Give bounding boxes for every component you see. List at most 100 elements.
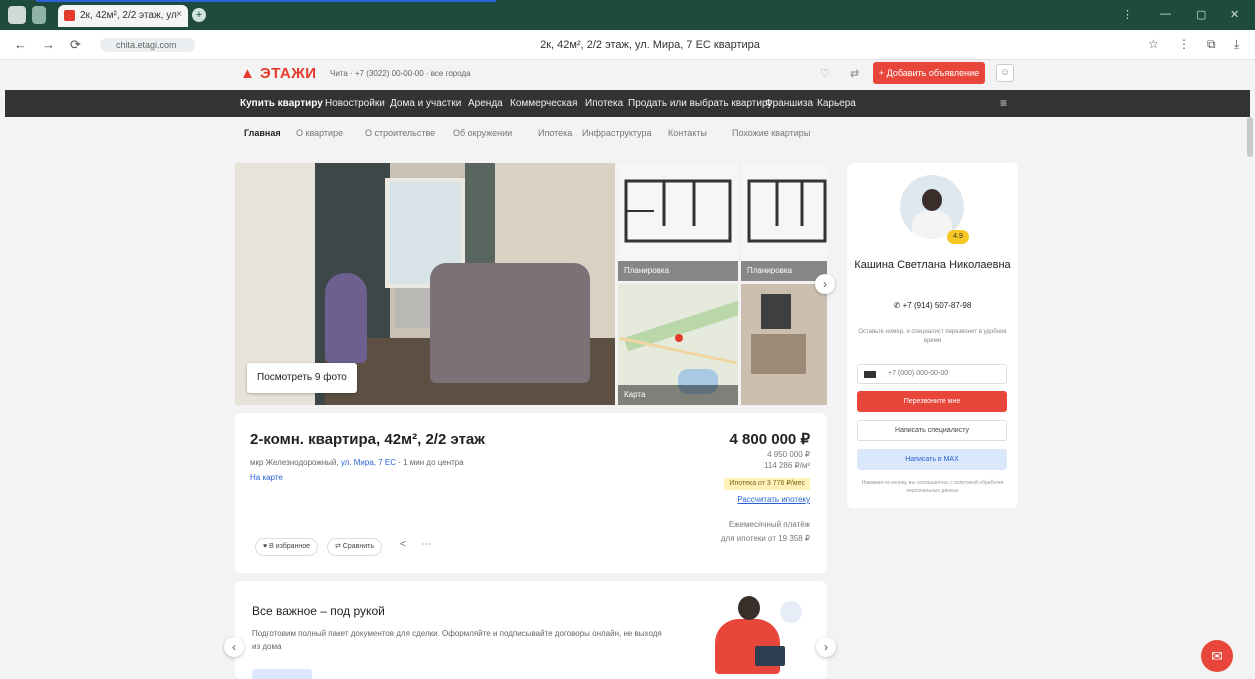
- address-bar: ← → ⟳ chita.etagi.com 2к, 42м², 2/2 этаж…: [0, 30, 1255, 60]
- agent-phone[interactable]: ✆ +7 (914) 507-87-98: [847, 301, 1018, 310]
- subnav-similar[interactable]: Похожие квартиры: [732, 128, 810, 138]
- compare-button[interactable]: ⇄ Сравнить: [327, 538, 382, 556]
- promo-illustration-laptop: [755, 646, 785, 666]
- map-thumb[interactable]: Карта: [618, 284, 738, 405]
- floor-plan-thumb-2[interactable]: Планировка: [741, 163, 827, 281]
- listing-title: 2-комн. квартира, 42м², 2/2 этаж: [250, 431, 485, 448]
- map-caption: Карта: [618, 385, 738, 405]
- reload-icon[interactable]: ⟳: [70, 37, 81, 53]
- room-photo-thumb[interactable]: [741, 284, 827, 405]
- tab-groups-icon[interactable]: [32, 6, 46, 24]
- gallery-next-arrow-icon[interactable]: ›: [815, 274, 835, 294]
- country-flag-icon[interactable]: [864, 371, 876, 378]
- phone-placeholder: +7 (000) 000-00-00: [888, 370, 949, 377]
- subnav-contacts[interactable]: Контакты: [668, 128, 707, 138]
- write-agent-button[interactable]: Написать специалисту: [857, 420, 1007, 441]
- listing-info-card: 2-комн. квартира, 42м², 2/2 этаж мкр Жел…: [235, 413, 827, 573]
- nav-item-career[interactable]: Карьера: [817, 98, 856, 109]
- monthly-payment-value: для ипотеки от 19 358 ₽: [720, 534, 810, 543]
- subnav-mortgage[interactable]: Ипотека: [538, 128, 572, 138]
- add-listing-button[interactable]: + Добавить объявление: [873, 62, 985, 84]
- add-to-favorites-button[interactable]: ♥ В избранное: [255, 538, 319, 556]
- more-actions-icon[interactable]: ⋯: [421, 539, 431, 550]
- nav-item-new-buildings[interactable]: Новостройки: [325, 98, 385, 109]
- site-logo[interactable]: ▲ ЭТАЖИ: [240, 65, 317, 82]
- subnav-infrastructure[interactable]: Инфраструктура: [582, 128, 652, 138]
- promo-block: Все важное – под рукой Подготовим полный…: [235, 581, 827, 679]
- on-map-link[interactable]: На карте: [250, 473, 283, 482]
- logo-mark-icon: ▲: [240, 65, 256, 82]
- phone-icon: ✆: [893, 301, 901, 310]
- floor-plan-1-caption: Планировка: [618, 261, 738, 281]
- minimize-icon[interactable]: —: [1160, 8, 1171, 20]
- call-me-button[interactable]: Перезвоните мне: [857, 391, 1007, 412]
- promo-next-arrow-icon[interactable]: ›: [816, 637, 836, 657]
- subnav-construction[interactable]: О строительстве: [365, 128, 435, 138]
- callback-phone-input[interactable]: +7 (000) 000-00-00: [857, 364, 1007, 384]
- nav-item-rent[interactable]: Аренда: [468, 98, 503, 109]
- favorites-icon[interactable]: ♡: [820, 67, 830, 80]
- calc-mortgage-link[interactable]: Рассчитать ипотеку: [737, 495, 810, 504]
- close-window-icon[interactable]: ✕: [1230, 8, 1239, 21]
- promo-illustration-bubble: [780, 601, 802, 623]
- monthly-payment-label: Ежемесячный платёж: [728, 520, 810, 529]
- floor-plan-2-caption: Планировка: [741, 261, 827, 281]
- share-icon[interactable]: <: [400, 539, 406, 550]
- map-pin-icon: [675, 334, 683, 342]
- download-icon[interactable]: ⤓: [1234, 37, 1239, 52]
- hamburger-menu-icon[interactable]: ≡: [1000, 96, 1007, 110]
- main-photo[interactable]: Посмотреть 9 фото: [235, 163, 615, 405]
- old-price: 4 950 000 ₽: [767, 450, 810, 459]
- address-link[interactable]: ул. Мира, 7 ЕС: [341, 458, 396, 467]
- subnav-surroundings[interactable]: Об окружении: [453, 128, 512, 138]
- nav-item-mortgage[interactable]: Ипотека: [585, 98, 623, 109]
- promo-more-button[interactable]: [252, 669, 312, 679]
- browser-menu-icon[interactable]: ⋮: [1122, 8, 1133, 21]
- floor-plan-2-drawing: [747, 179, 827, 243]
- user-icon[interactable]: ☺: [996, 64, 1014, 82]
- page-link-underline: [36, 0, 496, 2]
- nav-item-commercial[interactable]: Коммерческая: [510, 98, 577, 109]
- forward-icon[interactable]: →: [42, 37, 55, 52]
- agent-name[interactable]: Кашина Светлана Николаевна: [847, 257, 1018, 273]
- avatar-head: [922, 189, 942, 211]
- show-all-photos-button[interactable]: Посмотреть 9 фото: [247, 363, 357, 393]
- page-scrollbar[interactable]: [1247, 117, 1253, 157]
- logo-text: ЭТАЖИ: [260, 65, 317, 82]
- nav-item-buy-apartment[interactable]: Купить квартиру: [240, 98, 323, 109]
- promo-prev-arrow-icon[interactable]: ‹: [224, 637, 244, 657]
- mortgage-badge: Ипотека от 3 776 ₽/мес: [724, 478, 810, 490]
- compare-icon[interactable]: ⇄: [850, 67, 859, 80]
- photo-radiator: [395, 288, 435, 328]
- listing-price: 4 800 000 ₽: [729, 431, 810, 448]
- chat-button[interactable]: ✉: [1201, 640, 1233, 672]
- floor-plan-thumb-1[interactable]: Планировка: [618, 163, 738, 281]
- nav-item-houses[interactable]: Дома и участки: [390, 98, 461, 109]
- bookmark-icon[interactable]: ☆: [1148, 37, 1159, 51]
- photo-gallery: Посмотреть 9 фото Планировка Планировка …: [235, 163, 835, 405]
- region-selector[interactable]: Чита · +7 (3022) 00-00-00 · все города: [330, 69, 471, 78]
- browser-profile-icon[interactable]: [8, 6, 26, 24]
- nav-item-franchise[interactable]: Франшиза: [765, 98, 813, 109]
- agent-phone-number: +7 (914) 507-87-98: [902, 301, 972, 310]
- maximize-icon[interactable]: ▢: [1196, 8, 1206, 21]
- tab-close-icon[interactable]: ×: [176, 9, 182, 20]
- legal-note: Нажимая на кнопку, вы соглашаетесь с пол…: [861, 480, 1004, 494]
- browser-tab[interactable]: 2к, 42м², 2/2 этаж, ул ×: [58, 5, 188, 27]
- write-max-button[interactable]: Написать в MAX: [857, 449, 1007, 470]
- browser-titlebar: 2к, 42м², 2/2 этаж, ул × + ⋮ — ▢ ✕: [0, 0, 1255, 30]
- main-nav: Купить квартиру Новостройки Дома и участ…: [5, 90, 1250, 117]
- tabs-icon[interactable]: ⧉: [1207, 37, 1216, 52]
- room-thumb-shape-2: [751, 334, 806, 374]
- more-icon[interactable]: ⋮: [1178, 37, 1190, 51]
- promo-illustration-head: [738, 596, 760, 620]
- nav-item-sell[interactable]: Продать или выбрать квартиру: [628, 98, 772, 109]
- subnav-main[interactable]: Главная: [244, 128, 281, 138]
- page-title: 2к, 42м², 2/2 этаж, ул. Мира, 7 ЕС кварт…: [540, 39, 760, 51]
- new-tab-button[interactable]: +: [192, 8, 206, 22]
- agent-rating-badge: 4.9: [947, 230, 969, 244]
- url-field[interactable]: chita.etagi.com: [100, 38, 195, 52]
- back-icon[interactable]: ←: [14, 37, 27, 52]
- subnav-about-apartment[interactable]: О квартире: [296, 128, 343, 138]
- promo-title: Все важное – под рукой: [252, 604, 385, 618]
